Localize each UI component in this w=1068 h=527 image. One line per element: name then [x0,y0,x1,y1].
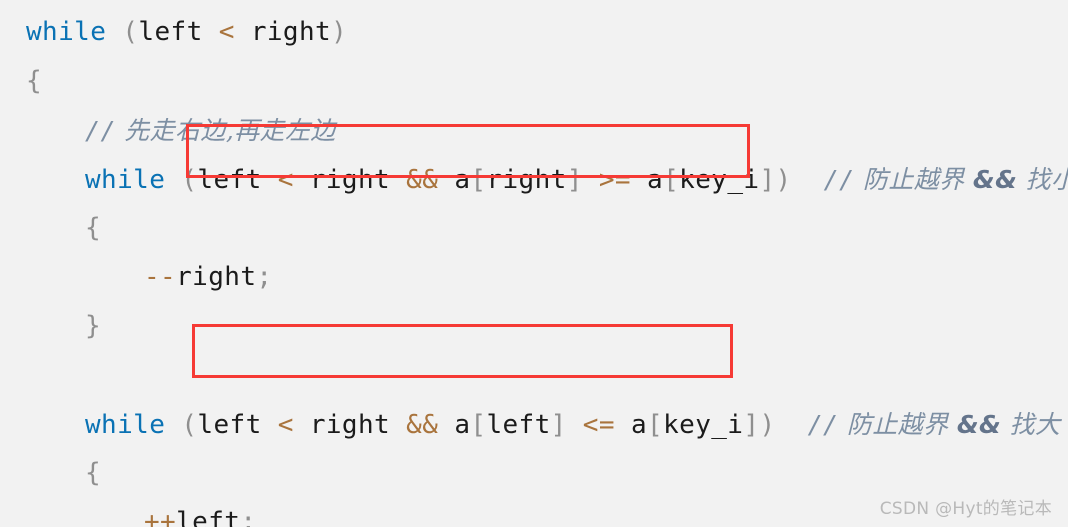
code-token: [ [647,410,664,440]
code-line: { [0,57,1068,106]
code-token: while [26,17,107,47]
code-token: { [85,458,102,488]
code-token: left [176,507,241,527]
code-line: // 先走右边,再走左边 [0,106,1068,155]
code-token: left [138,17,203,47]
code-token: >= [598,165,631,195]
code-token: ] [550,410,567,440]
code-token: right [309,410,391,440]
code-token: && [406,165,439,195]
code-token: ( [181,165,198,195]
code-line: { [0,449,1068,498]
code-token: ] [743,410,760,440]
code-screenshot: while (left < right){// 先走右边,再走左边 while (… [0,0,1068,527]
code-token: } [85,311,102,341]
code-token: a [454,410,471,440]
code-token: < [277,410,294,440]
code-line: while (left < right) [0,8,1068,57]
trailing-comment: // 防止越界 && 找大 [808,410,1061,439]
code-token: < [277,165,294,195]
comment-ampersand: && [956,410,1002,439]
code-line: --right; [0,253,1068,302]
code-token: ++ [144,507,177,527]
code-token: -- [144,262,177,292]
code-comment: // 先走右边,再走左边 [85,116,336,145]
code-line: } [0,302,1068,351]
code-token: ] [759,165,776,195]
code-token: right [176,262,257,292]
token-gap [776,410,808,440]
comment-ampersand: && [972,165,1018,194]
code-token: ] [566,165,583,195]
code-token: while [85,165,166,195]
comment-text: 找小 [1025,165,1068,194]
code-token: key_i [679,165,760,195]
code-token: left [197,165,262,195]
code-token: ; [256,262,273,292]
code-token: { [85,213,102,243]
watermark: CSDN @Hyt的笔记本 [879,499,1052,519]
code-token: left [486,410,551,440]
code-line: while (left < right && a[right] >= a[key… [0,155,1068,204]
code-line: { [0,204,1068,253]
comment-text: 防止越界 [854,165,973,194]
code-token: ) [331,17,348,47]
comment-slashes: // [85,116,116,145]
code-token: ) [775,165,792,195]
code-token: [ [470,165,487,195]
code-token: left [197,410,262,440]
code-token: < [218,17,235,47]
code-token: ) [759,410,776,440]
code-token: a [454,165,471,195]
code-token: [ [663,165,680,195]
comment-text: 先走右边,再走左边 [115,116,336,145]
code-block: while (left < right){// 先走右边,再走左边 while (… [0,0,1068,527]
trailing-comment: // 防止越界 && 找小 [824,165,1068,194]
comment-text: 防止越界 [838,410,957,439]
token-gap [792,165,824,195]
comment-slashes: // [807,410,839,439]
code-token: ( [181,410,198,440]
comment-text: 找大 [1001,410,1061,439]
code-token: { [26,66,43,96]
code-token: while [85,410,166,440]
comment-slashes: // [823,165,855,194]
code-token: right [250,17,332,47]
code-token: ; [240,507,257,527]
code-token: a [647,165,664,195]
code-token: right [309,165,391,195]
code-token: && [406,410,439,440]
code-token: a [630,410,648,440]
code-token: <= [582,410,615,440]
code-token: key_i [663,410,744,440]
code-token: right [486,165,567,195]
code-token: ( [122,17,139,47]
code-token: [ [470,410,487,440]
code-line: while (left < right && a[left] <= a[key_… [0,400,1068,449]
